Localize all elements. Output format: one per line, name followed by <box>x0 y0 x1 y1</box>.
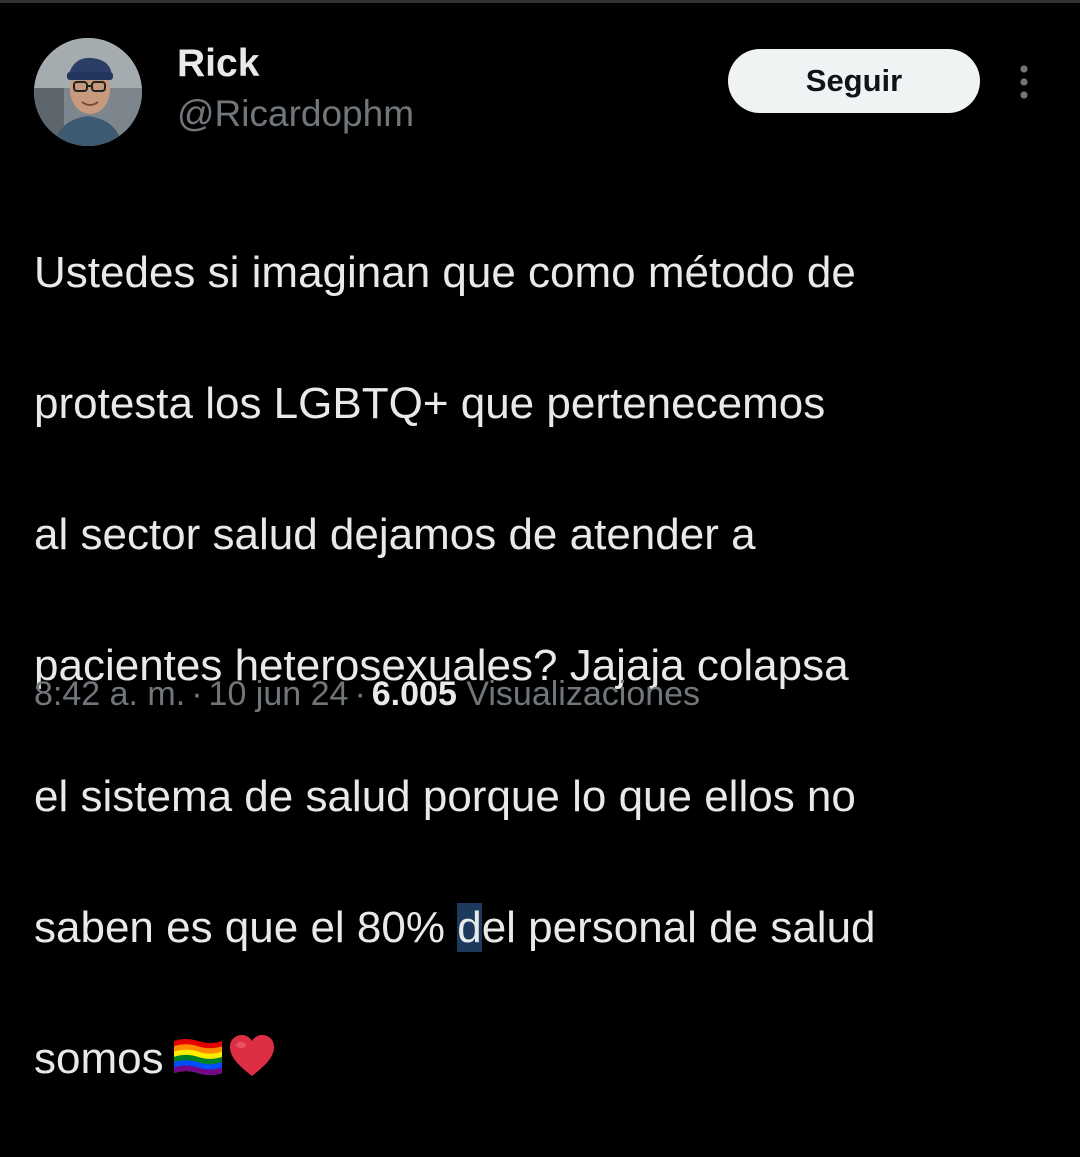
tweet-text-line: el sistema de salud porque lo que ellos … <box>34 771 856 821</box>
rainbow-flag-emoji <box>170 1035 226 1079</box>
tweet-text-line: saben es que el 80% del personal de salu… <box>34 895 1054 961</box>
timestamp-time[interactable]: 8:42 a. m. <box>34 675 185 713</box>
tweet-metadata: 8:42 a. m. · 10 jun 24 · 6.005 Visualizacion… <box>34 670 700 718</box>
views-count: 6.005 <box>371 675 457 713</box>
top-divider <box>0 0 1080 3</box>
author-handle[interactable]: @Ricardophm <box>177 92 414 136</box>
separator-dot: · <box>191 675 203 713</box>
tweet-text-segment: somos <box>34 1033 164 1083</box>
more-vertical-icon <box>1020 65 1028 99</box>
follow-button[interactable]: Seguir <box>728 49 980 113</box>
avatar[interactable] <box>34 38 142 146</box>
tweet-text-line: protesta los LGBTQ+ que pertenecemos <box>34 378 826 428</box>
tweet-text: Ustedes si imaginan que como método de p… <box>34 174 1054 1157</box>
more-options-button[interactable] <box>1006 60 1042 104</box>
timestamp-date[interactable]: 10 jun 24 <box>209 675 349 713</box>
tweet-text-line: somos <box>34 1026 1054 1092</box>
tweet-text-line: al sector salud dejamos de atender a <box>34 509 756 559</box>
tweet-text-line: Ustedes si imaginan que como método de <box>34 247 856 297</box>
tweet-card: Rick @Ricardophm Seguir Ustedes si imagi… <box>0 0 1080 1083</box>
red-heart-emoji <box>228 1033 276 1079</box>
tweet-text-segment: el personal de salud <box>481 902 876 952</box>
tweet-text-segment: saben es que el 80% <box>34 902 458 952</box>
author-name[interactable]: Rick <box>177 40 259 88</box>
text-selection-highlight: d <box>457 902 482 952</box>
separator-dot: · <box>354 675 366 713</box>
views-label: Visualizaciones <box>466 675 701 713</box>
